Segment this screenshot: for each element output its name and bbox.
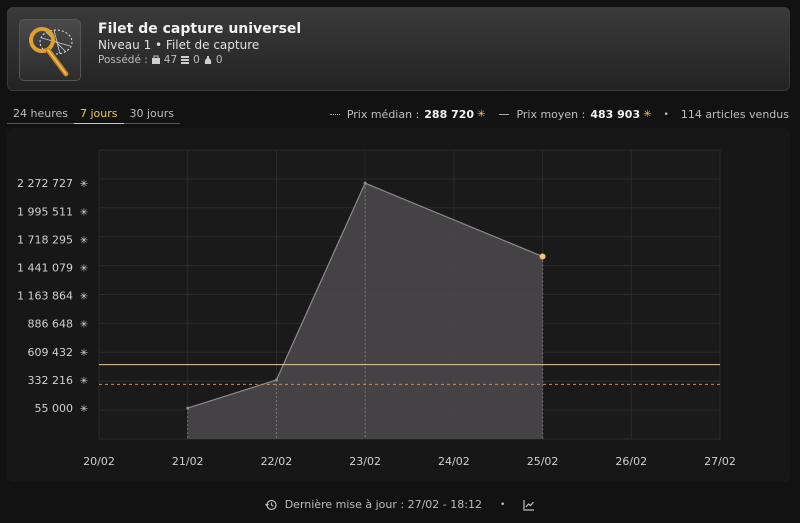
coin-icon: ✳ (80, 404, 88, 415)
data-point (539, 253, 546, 260)
bag-icon (151, 55, 160, 64)
owned-count-stack: 0 (193, 54, 200, 66)
x-tick-label: 26/02 (615, 455, 647, 468)
coin-icon: ✳ (477, 109, 486, 120)
capture-net-icon (29, 27, 73, 77)
tab-7-jours[interactable]: 7 jours (73, 106, 124, 124)
price-stats: Prix médian : 288 720 ✳ Prix moyen : 483… (329, 108, 789, 121)
x-tick-label: 21/02 (172, 455, 204, 468)
x-tick-label: 23/02 (349, 455, 381, 468)
y-tick-label: 332 216 (28, 374, 74, 387)
y-tick-label: 2 272 727 (17, 177, 73, 190)
item-thumbnail (19, 19, 81, 81)
tab-30-jours[interactable]: 30 jours (123, 106, 181, 124)
owned-row: Possédé : 47 0 0 (98, 54, 223, 66)
median-legend-line (329, 114, 340, 115)
data-point (363, 181, 367, 185)
median-label: Prix médian : (346, 108, 420, 121)
coin-icon: ✳ (80, 376, 88, 387)
mean-legend-line (499, 114, 510, 115)
y-tick-label: 1 995 511 (17, 205, 73, 218)
data-point (186, 406, 190, 410)
item-title: Filet de capture universel (98, 21, 302, 37)
coin-icon: ✳ (643, 109, 652, 120)
x-tick-label: 24/02 (438, 455, 470, 468)
mean-value: 483 903 (590, 108, 641, 121)
chart-line-icon[interactable] (523, 499, 535, 511)
coin-icon: ✳ (80, 348, 88, 359)
coin-icon: ✳ (80, 235, 88, 246)
item-subtitle: Niveau 1 • Filet de capture (98, 38, 260, 52)
x-tick-label: 27/02 (704, 455, 736, 468)
y-tick-label: 55 000 (35, 402, 74, 415)
y-tick-label: 1 441 079 (17, 262, 73, 275)
coin-icon: ✳ (80, 207, 88, 218)
owned-count-pouch: 0 (215, 54, 223, 66)
stats-separator: • (663, 109, 669, 120)
x-tick-label: 20/02 (83, 455, 115, 468)
history-icon (264, 499, 277, 510)
y-tick-label: 1 718 295 (17, 233, 73, 246)
last-updated: Dernière mise à jour : 27/02 - 18:12 (284, 498, 482, 511)
y-tick-label: 609 432 (28, 346, 74, 359)
sold-count: 114 articles vendus (680, 108, 789, 121)
coin-icon: ✳ (80, 320, 88, 331)
stack-icon (181, 56, 190, 64)
x-tick-label: 22/02 (261, 455, 293, 468)
footer: Dernière mise à jour : 27/02 - 18:12 • (0, 498, 800, 511)
price-chart-svg: 55 000 ✳ 332 216 ✳ 609 432 ✳ 886 648 ✳ 1 163 864… (17, 149, 736, 468)
median-value: 288 720 (424, 108, 475, 121)
owned-count-bag: 47 (163, 54, 178, 66)
y-tick-label: 1 163 864 (17, 290, 73, 303)
coin-icon: ✳ (80, 292, 88, 303)
pouch-icon (204, 56, 212, 64)
coin-icon: ✳ (80, 264, 88, 275)
price-chart: 55 000 ✳ 332 216 ✳ 609 432 ✳ 886 648 ✳ 1 163 864… (7, 128, 790, 482)
tab-24-heures[interactable]: 24 heures (7, 106, 74, 124)
mean-label: Prix moyen : (516, 108, 586, 121)
y-tick-label: 886 648 (28, 318, 74, 331)
period-tabs: 24 heures 7 jours 30 jours (7, 106, 181, 124)
x-tick-label: 25/02 (527, 455, 559, 468)
footer-separator: • (499, 499, 506, 510)
data-point (274, 378, 278, 382)
owned-label: Possédé : (98, 54, 148, 66)
item-card: Filet de capture universel Niveau 1 • Fi… (7, 7, 790, 91)
coin-icon: ✳ (80, 179, 88, 190)
